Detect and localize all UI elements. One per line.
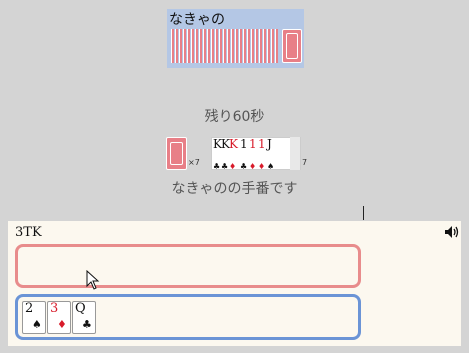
pile-card: 1 ♣	[240, 137, 248, 172]
pile-card-suit: ♣	[221, 162, 229, 171]
card-back-stripe	[211, 29, 214, 63]
hand-card-rank: 3	[50, 301, 59, 316]
mouse-cursor-icon	[86, 270, 100, 290]
hand-card-suit: ♦	[57, 318, 67, 331]
card-back-stripe	[199, 29, 202, 63]
opponent-name: なきゃの	[169, 12, 225, 28]
card-back-stripe	[271, 29, 274, 63]
card-back-stripe	[207, 29, 210, 63]
pile-card-suit: ♦	[249, 162, 257, 171]
pile-card: 1 ♦	[258, 137, 266, 172]
card-back-stripe	[179, 29, 182, 63]
card-back-stripe	[239, 29, 242, 63]
card-back-stripe	[171, 29, 174, 63]
card-back-stripe	[235, 29, 238, 63]
pile-card-suit: ♣	[213, 162, 221, 171]
card-back-stripe	[255, 29, 258, 63]
card-back-stripe	[251, 29, 254, 63]
card-back-stripe	[231, 29, 234, 63]
hand-card-rank: Q	[75, 301, 86, 316]
play-zone[interactable]	[15, 244, 361, 288]
deck-card-back-icon	[166, 137, 187, 170]
pile-card-rank: K	[229, 137, 238, 151]
pile-edge	[290, 137, 300, 170]
card-back-stripe	[259, 29, 262, 63]
pile-card-suit: ♣	[240, 162, 248, 171]
card-back-stripe	[243, 29, 246, 63]
card-back-stripe	[275, 29, 278, 63]
card-back-stripe	[191, 29, 194, 63]
player-hand[interactable]: 2 ♠ 3 ♦ Q ♣	[15, 294, 361, 340]
hand-card-rank: 2	[25, 301, 34, 316]
hand-card[interactable]: 2 ♠	[22, 301, 46, 334]
card-back-stripe	[267, 29, 270, 63]
hand-card-suit: ♠	[32, 318, 42, 331]
opponent-panel: なきゃの	[167, 9, 304, 68]
card-back-stripe	[203, 29, 206, 63]
player-area: 3TK 2 ♠ 3 ♦ Q ♣	[8, 221, 461, 346]
card-back-stripe	[175, 29, 178, 63]
player-name: 3TK	[15, 225, 42, 240]
card-back-stripe	[227, 29, 230, 63]
turn-message: なきゃのの手番です	[171, 181, 298, 197]
card-back-stripe	[183, 29, 186, 63]
pile-card-suit: ♦	[229, 162, 237, 171]
card-back-stripe	[215, 29, 218, 63]
pile-card: 1 ♦	[249, 137, 257, 172]
card-back-icon	[282, 29, 302, 63]
hand-card[interactable]: 3 ♦	[47, 301, 71, 334]
pile-card-rank: 1	[258, 137, 266, 151]
pile-card: K ♦	[229, 137, 238, 172]
deck-count: ×7	[188, 158, 200, 167]
pile-card-suit: ♠	[267, 162, 275, 171]
opponent-hand	[169, 29, 302, 63]
card-back-stripe	[247, 29, 250, 63]
pile-card-rank: 1	[240, 137, 248, 151]
pile-card: J ♠	[267, 137, 274, 172]
pile-card-rank: J	[267, 137, 272, 151]
card-back-stripe	[263, 29, 266, 63]
card-back-stripe	[187, 29, 190, 63]
text-caret	[363, 206, 364, 220]
discard-pile: K ♣ K ♣ K ♦ 1 ♣ 1 ♦ 1 ♦ J ♠	[211, 137, 301, 172]
pile-card-rank: 1	[249, 137, 257, 151]
speaker-icon[interactable]	[445, 226, 459, 238]
card-back-stripe	[195, 29, 198, 63]
hand-card-suit: ♣	[82, 318, 92, 331]
card-back-stripe	[223, 29, 226, 63]
card-back-stripe	[219, 29, 222, 63]
pile-count: 7	[302, 158, 308, 167]
pile-card-suit: ♦	[258, 162, 266, 171]
hand-card[interactable]: Q ♣	[72, 301, 96, 334]
timer-text: 残り60秒	[204, 109, 265, 125]
